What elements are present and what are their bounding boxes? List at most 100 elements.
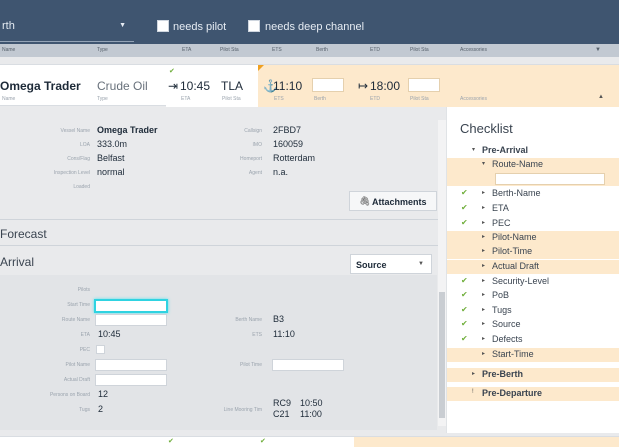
detail-label: Vessel Name <box>60 128 90 134</box>
paperclip-icon: 🖇 <box>359 196 371 206</box>
checklist-item[interactable]: ✔ ▸ ETA <box>447 202 619 216</box>
expand-arrow-icon[interactable]: ▸ <box>472 370 475 377</box>
checklist-item[interactable]: ▸ Actual Draft <box>447 260 619 274</box>
chevron-up-icon[interactable]: ▲ <box>598 94 604 100</box>
checklist-item[interactable]: ✔ ▸ Source <box>447 318 619 332</box>
detail-value: Omega Trader <box>97 125 158 135</box>
warning-corner-icon <box>258 65 264 71</box>
expand-arrow-icon[interactable]: ▾ <box>472 146 475 153</box>
expand-arrow-icon[interactable]: ▸ <box>482 277 485 284</box>
detail-value: 160059 <box>273 139 304 149</box>
col-header-ets[interactable]: ETS <box>272 47 282 53</box>
col-header-etd[interactable]: ETD <box>370 47 380 53</box>
col-header-accessories[interactable]: Accessories <box>460 47 487 53</box>
source-select[interactable]: Source ▼ <box>350 254 432 274</box>
pilot-name-input[interactable] <box>95 359 167 371</box>
checklist-item[interactable]: ✔ ▸ Berth-Name <box>447 187 619 201</box>
check-icon: ✔ <box>260 438 266 445</box>
needs-deep-channel-checkbox[interactable] <box>248 20 260 32</box>
checklist-item[interactable]: ▾ Route-Name <box>447 158 619 172</box>
ets-cell[interactable]: ⚓ 11:10 ETS <box>258 65 306 107</box>
col-header-pilot[interactable]: Pilot Sta <box>220 47 239 53</box>
scroll-thumb[interactable] <box>439 292 445 418</box>
vessel-type: Crude Oil <box>97 79 148 93</box>
etd-pilot-input[interactable] <box>408 78 440 92</box>
checklist-item[interactable]: ▸ Start-Time <box>447 348 619 362</box>
eta-cell[interactable]: ✔ ⇥ 10:45 ETA <box>166 65 216 107</box>
etd-pilot-cell[interactable]: Pilot Sta <box>404 65 446 107</box>
checklist-item-label: Pilot-Name <box>492 232 537 242</box>
checklist-item[interactable]: ▸ Pilot-Name <box>447 231 619 245</box>
form-label: Persons on Board <box>49 392 90 398</box>
expand-arrow-icon[interactable]: ▸ <box>482 204 485 211</box>
checklist-item[interactable]: ✔ ▸ Tugs <box>447 304 619 318</box>
pec-checkbox[interactable] <box>96 345 105 354</box>
checklist-item[interactable]: ✔ ▸ PEC <box>447 217 619 231</box>
expand-arrow-icon[interactable]: ! <box>472 389 474 395</box>
expand-arrow-icon[interactable]: ▸ <box>482 306 485 313</box>
checklist-item[interactable]: ! Pre-Departure <box>447 387 619 401</box>
pilot-time-input[interactable] <box>272 359 344 371</box>
vessel-row[interactable]: Omega Trader Name Crude Oil Type ✔ ⇥ 10:… <box>0 64 619 107</box>
ets-sub: ETS <box>274 96 284 102</box>
route-name-input[interactable] <box>95 314 167 326</box>
col-header-type[interactable]: Type <box>97 47 108 53</box>
start-time-input[interactable] <box>94 299 168 313</box>
check-icon: ✔ <box>461 276 468 285</box>
col-header-eta[interactable]: ETA <box>182 47 191 53</box>
col-header-berth[interactable]: Berth <box>316 47 328 53</box>
berth-select[interactable]: rth ▼ <box>0 16 134 42</box>
sort-arrow-icon[interactable]: ▼ <box>595 47 601 53</box>
accessories-cell[interactable]: Accessories ▲ <box>446 65 619 107</box>
detail-label: Cons/Flag <box>67 156 90 162</box>
checklist-item[interactable]: ✔ ▸ Security-Level <box>447 275 619 289</box>
form-label: Pilot Time <box>240 362 262 368</box>
detail-scrollbar[interactable] <box>438 120 446 426</box>
checklist-item[interactable]: ▸ Pre-Berth <box>447 368 619 382</box>
expand-arrow-icon[interactable]: ▸ <box>482 350 485 357</box>
check-icon: ✔ <box>461 319 468 328</box>
etd-cell[interactable]: ↦ 18:00 ETD <box>354 65 404 107</box>
actual-draft-input[interactable] <box>95 374 167 386</box>
checklist-item[interactable]: ✔ ▸ PoB <box>447 289 619 303</box>
attachments-button[interactable]: 🖇 Attachments <box>349 191 437 211</box>
detail-label: Agent <box>248 170 262 176</box>
form-label: Start Time <box>67 302 90 308</box>
expand-arrow-icon[interactable]: ▸ <box>482 320 485 327</box>
detail-value: Belfast <box>97 153 125 163</box>
col-header-etd-pilot[interactable]: Pilot Sta <box>410 47 429 53</box>
berth-cell[interactable]: Berth <box>306 65 354 107</box>
expand-arrow-icon[interactable]: ▸ <box>482 189 485 196</box>
route-name-input[interactable] <box>495 173 605 185</box>
expand-arrow-icon[interactable]: ▸ <box>482 233 485 240</box>
pilot-cell[interactable]: TLA Pilot Sta <box>216 65 258 107</box>
detail-value: 2FBD7 <box>273 125 302 135</box>
eta-sub: ETA <box>181 96 191 102</box>
col-header-name[interactable]: Name <box>2 47 15 53</box>
checklist-item-label: PEC <box>492 218 511 228</box>
checklist-item-label: Pilot-Time <box>492 246 533 256</box>
checklist-item[interactable]: ✔ ▸ Defects <box>447 333 619 347</box>
filter-bar: rth ▼ needs pilot needs deep channel <box>0 0 619 44</box>
checklist-item-label: Source <box>492 319 521 329</box>
check-icon: ✔ <box>461 305 468 314</box>
needs-pilot-checkbox[interactable] <box>157 20 169 32</box>
checklist-item[interactable]: ▾ Pre-Arrival <box>447 144 619 158</box>
mooring-line: C21 <box>273 409 290 419</box>
expand-arrow-icon[interactable]: ▸ <box>482 291 485 298</box>
eta-value: 10:45 <box>180 79 211 93</box>
form-label: Pilots <box>77 287 90 293</box>
expand-arrow-icon[interactable]: ▸ <box>482 335 485 342</box>
check-icon: ✔ <box>461 203 468 212</box>
form-label: Route Name <box>61 317 90 323</box>
expand-arrow-icon[interactable]: ▾ <box>482 160 485 167</box>
checklist-item[interactable]: ▸ Pilot-Time <box>447 245 619 259</box>
expand-arrow-icon[interactable]: ▸ <box>482 262 485 269</box>
expand-arrow-icon[interactable]: ▸ <box>482 247 485 254</box>
check-icon: ✔ <box>168 438 174 445</box>
checklist-item-label: Route-Name <box>492 159 544 169</box>
berth-input[interactable] <box>312 78 344 92</box>
expand-arrow-icon[interactable]: ▸ <box>482 219 485 226</box>
next-vessel-row[interactable]: ✔ ✔ <box>0 436 619 447</box>
detail-value: 333.0m <box>97 139 128 149</box>
